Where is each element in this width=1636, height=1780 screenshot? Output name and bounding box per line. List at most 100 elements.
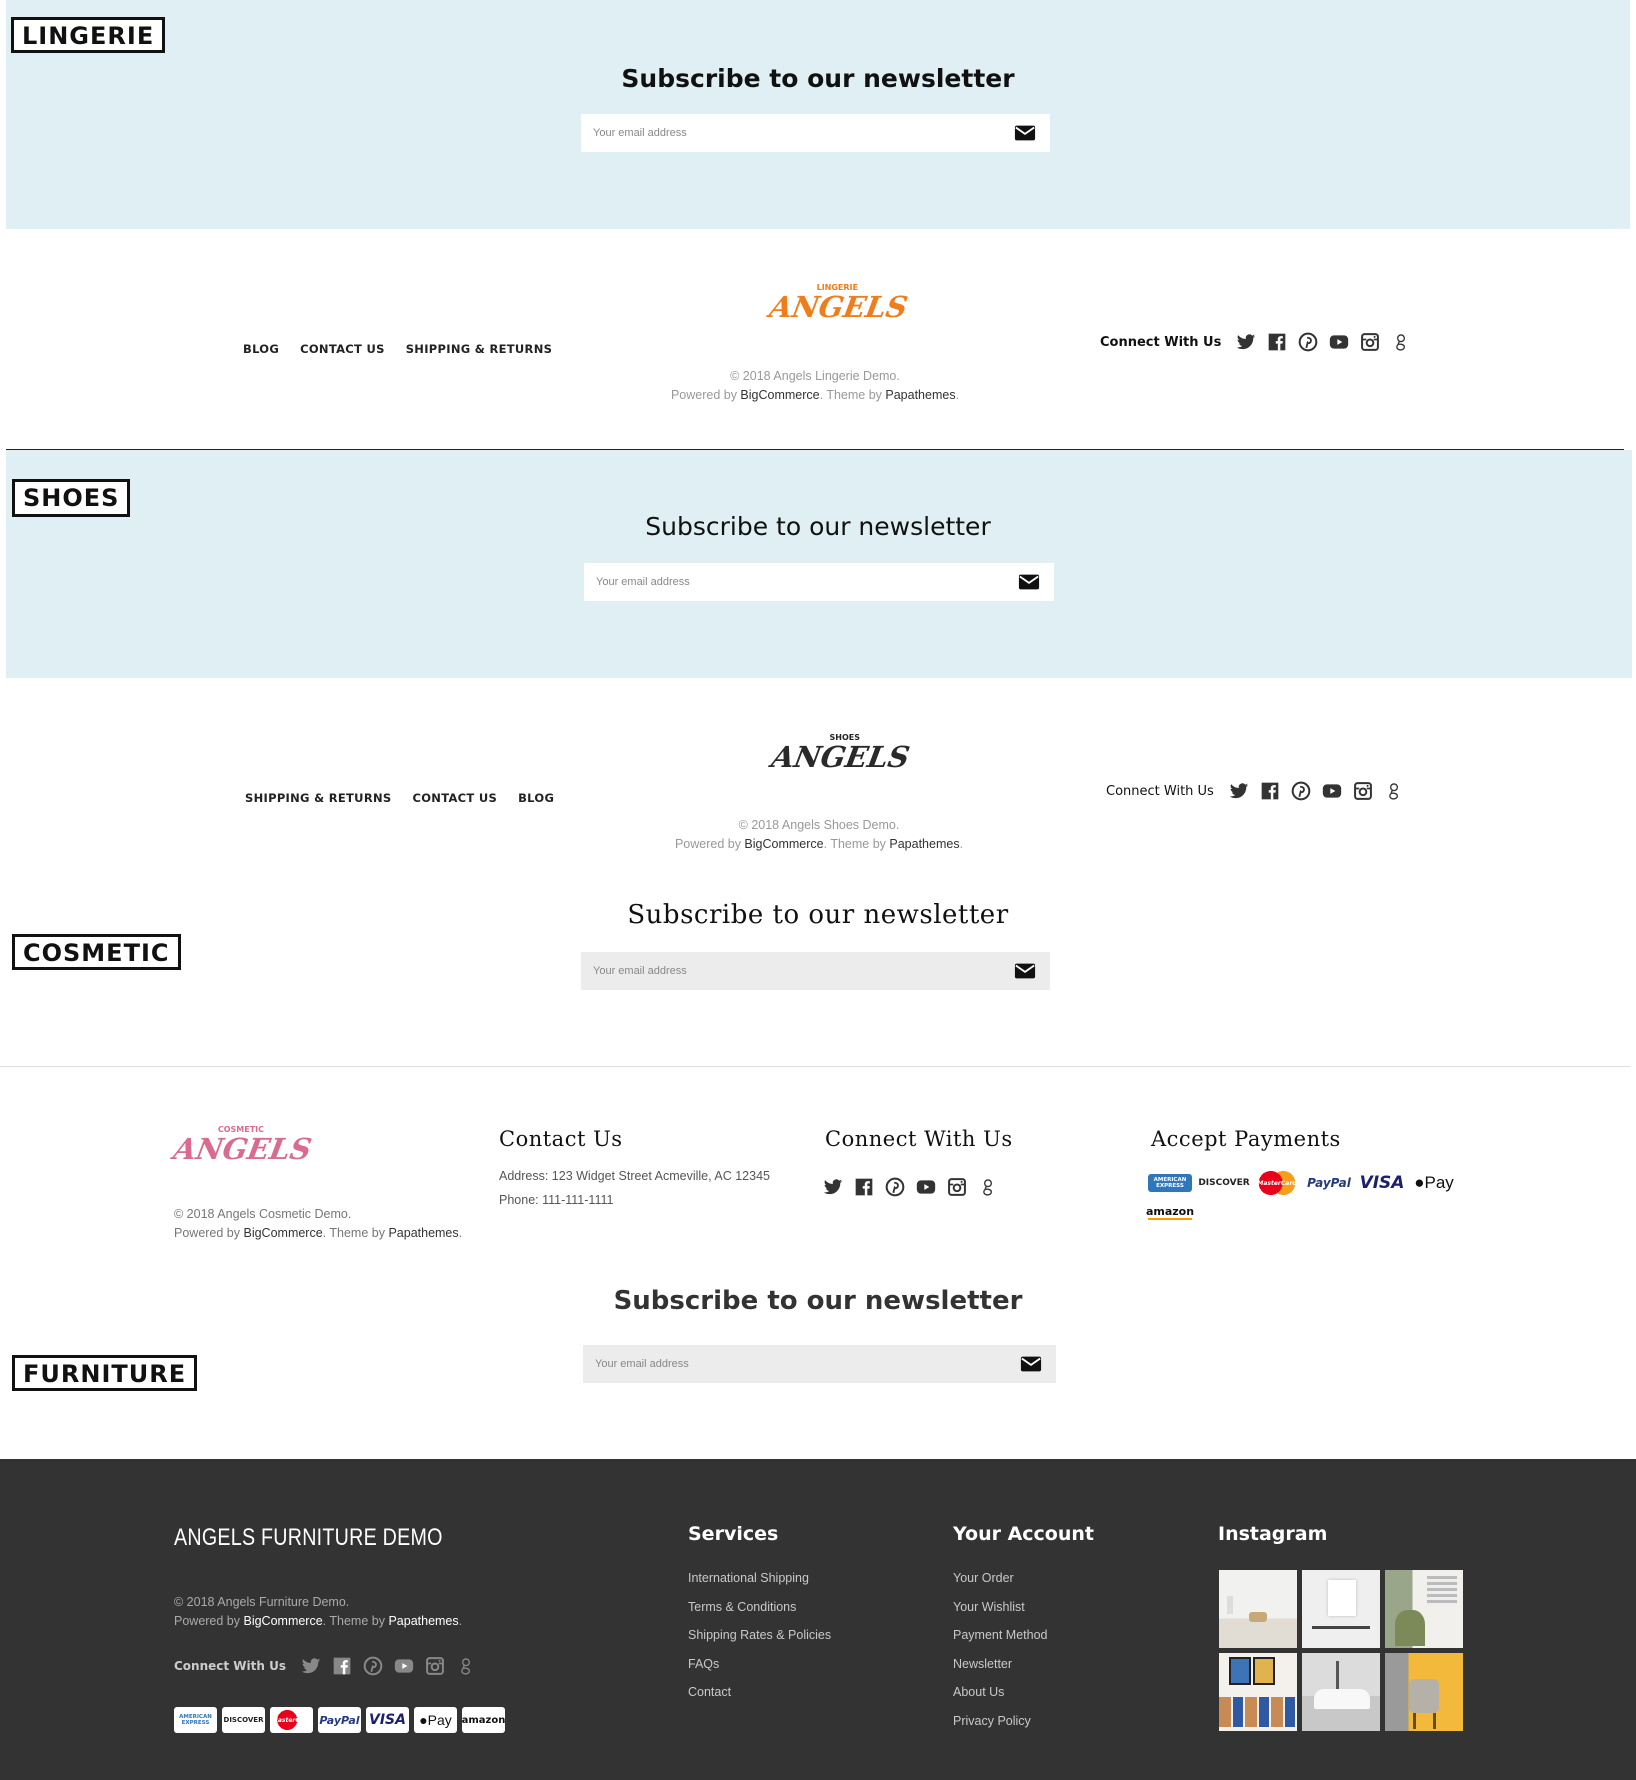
papathemes-link[interactable]: Papathemes [388,1614,458,1628]
bigcommerce-link[interactable]: BigCommerce [243,1614,322,1628]
bigcommerce-link[interactable]: BigCommerce [243,1226,322,1240]
shoes-email-input[interactable] [596,563,976,601]
shoes-newsletter-title: Subscribe to our newsletter [645,512,991,541]
shoes-email-field [584,563,1054,601]
services-link[interactable]: Contact [688,1685,831,1714]
papathemes-link[interactable]: Papathemes [388,1226,458,1240]
envelope-icon[interactable] [1020,1354,1042,1374]
services-link[interactable]: International Shipping [688,1571,831,1600]
nav-blog[interactable]: BLOG [243,342,279,356]
lingerie-logo-main: ANGELS [767,290,911,324]
google-icon[interactable] [1384,781,1404,801]
instagram-icon[interactable] [1353,781,1373,801]
google-icon[interactable] [978,1177,998,1197]
youtube-icon[interactable] [394,1656,414,1676]
nav-contact-us[interactable]: CONTACT US [300,342,385,356]
instagram-icon[interactable] [1360,332,1380,352]
account-title: Your Account [953,1523,1094,1545]
google-icon[interactable] [456,1656,476,1676]
bigcommerce-link[interactable]: BigCommerce [740,388,819,402]
envelope-icon[interactable] [1014,961,1036,981]
papathemes-link[interactable]: Papathemes [889,837,959,851]
account-list: Your Order Your Wishlist Payment Method … [953,1571,1048,1742]
cosmetic-logo-main: ANGELS [171,1132,315,1166]
instagram-title: Instagram [1218,1523,1328,1545]
instagram-photo[interactable] [1302,1570,1380,1648]
nav-shipping-returns[interactable]: SHIPPING & RETURNS [406,342,552,356]
connect-label: Connect With Us [1100,334,1222,350]
pinterest-icon[interactable] [885,1177,905,1197]
account-link[interactable]: Your Order [953,1571,1048,1600]
nav-shipping-returns[interactable]: SHIPPING & RETURNS [245,791,391,805]
bigcommerce-link[interactable]: BigCommerce [744,837,823,851]
services-link[interactable]: Shipping Rates & Policies [688,1628,831,1657]
shoes-copyright: © 2018 Angels Shoes Demo. Powered by Big… [584,816,1054,854]
facebook-icon[interactable] [854,1177,874,1197]
lingerie-footer-nav: BLOG CONTACT US SHIPPING & RETURNS [243,342,552,356]
facebook-icon[interactable] [332,1656,352,1676]
pinterest-icon[interactable] [1291,781,1311,801]
papathemes-link[interactable]: Papathemes [885,388,955,402]
pinterest-icon[interactable] [1298,332,1318,352]
account-link[interactable]: Privacy Policy [953,1714,1048,1743]
mastercard-icon: MasterCard [1256,1170,1298,1196]
facebook-icon[interactable] [1267,332,1287,352]
cosmetic-contact-title: Contact Us [499,1127,623,1151]
instagram-icon[interactable] [425,1656,445,1676]
google-icon[interactable] [1391,332,1411,352]
services-link[interactable]: Terms & Conditions [688,1600,831,1629]
furniture-copyright: © 2018 Angels Furniture Demo. Powered by… [174,1593,494,1631]
account-link[interactable]: Your Wishlist [953,1600,1048,1629]
amex-icon: AMERICAN EXPRESS [174,1707,217,1733]
lingerie-email-input[interactable] [593,114,973,152]
envelope-icon[interactable] [1018,572,1040,592]
cosmetic-payments: AMERICAN EXPRESS DISCOVER MasterCard Pay… [1146,1170,1468,1220]
shoes-logo-main: ANGELS [769,740,913,774]
furniture-social: Connect With Us [174,1656,476,1676]
copyright-text: © 2018 Angels Cosmetic Demo. [174,1207,352,1221]
nav-blog[interactable]: BLOG [518,791,554,805]
twitter-icon[interactable] [301,1656,321,1676]
account-link[interactable]: Newsletter [953,1657,1048,1686]
account-link[interactable]: Payment Method [953,1628,1048,1657]
shoes-logo[interactable]: SHOES ANGELS [769,733,913,783]
apple-pay-icon: ● Pay [414,1707,457,1733]
account-link[interactable]: About Us [953,1685,1048,1714]
discover-icon: DISCOVER [1198,1178,1250,1188]
youtube-icon[interactable] [1329,332,1349,352]
nav-contact-us[interactable]: CONTACT US [412,791,497,805]
instagram-photo[interactable] [1385,1653,1463,1731]
youtube-icon[interactable] [916,1177,936,1197]
instagram-photo[interactable] [1385,1570,1463,1648]
instagram-photo[interactable] [1219,1653,1297,1731]
instagram-icon[interactable] [947,1177,967,1197]
instagram-photo[interactable] [1302,1653,1380,1731]
twitter-icon[interactable] [1229,781,1249,801]
youtube-icon[interactable] [1322,781,1342,801]
twitter-icon[interactable] [1236,332,1256,352]
cosmetic-phone: Phone: 111-111-1111 [499,1193,614,1207]
lingerie-tag: LINGERIE [11,17,166,53]
services-link[interactable]: FAQs [688,1657,831,1686]
envelope-icon[interactable] [1014,123,1036,143]
lingerie-logo[interactable]: LINGERIE ANGELS [767,283,911,333]
pinterest-icon[interactable] [363,1656,383,1676]
shoes-social: Connect With Us [1106,781,1404,801]
cosmetic-logo[interactable]: COSMETIC ANGELS [171,1125,315,1173]
powered-line: Powered by BigCommerce. Theme by Papathe… [670,388,960,402]
cosmetic-email-input[interactable] [593,952,973,990]
connect-label: Connect With Us [174,1659,286,1673]
twitter-icon[interactable] [823,1177,843,1197]
facebook-icon[interactable] [1260,781,1280,801]
copyright-text: © 2018 Angels Shoes Demo. [738,818,900,832]
cosmetic-address: Address: 123 Widget Street Acmeville, AC… [499,1169,770,1183]
cosmetic-copyright: © 2018 Angels Cosmetic Demo. Powered by … [174,1205,494,1243]
furniture-payments: AMERICAN EXPRESS DISCOVER MasterCard Pay… [174,1707,505,1733]
furniture-brand[interactable]: ANGELS FURNITURE DEMO [174,1524,443,1552]
furniture-email-input[interactable] [595,1345,975,1383]
furniture-tag: FURNITURE [12,1355,198,1391]
mastercard-icon: MasterCard [270,1707,313,1733]
instagram-photo[interactable] [1219,1570,1297,1648]
paypal-icon: PayPal [1307,1176,1351,1190]
cosmetic-divider [0,1066,1630,1067]
